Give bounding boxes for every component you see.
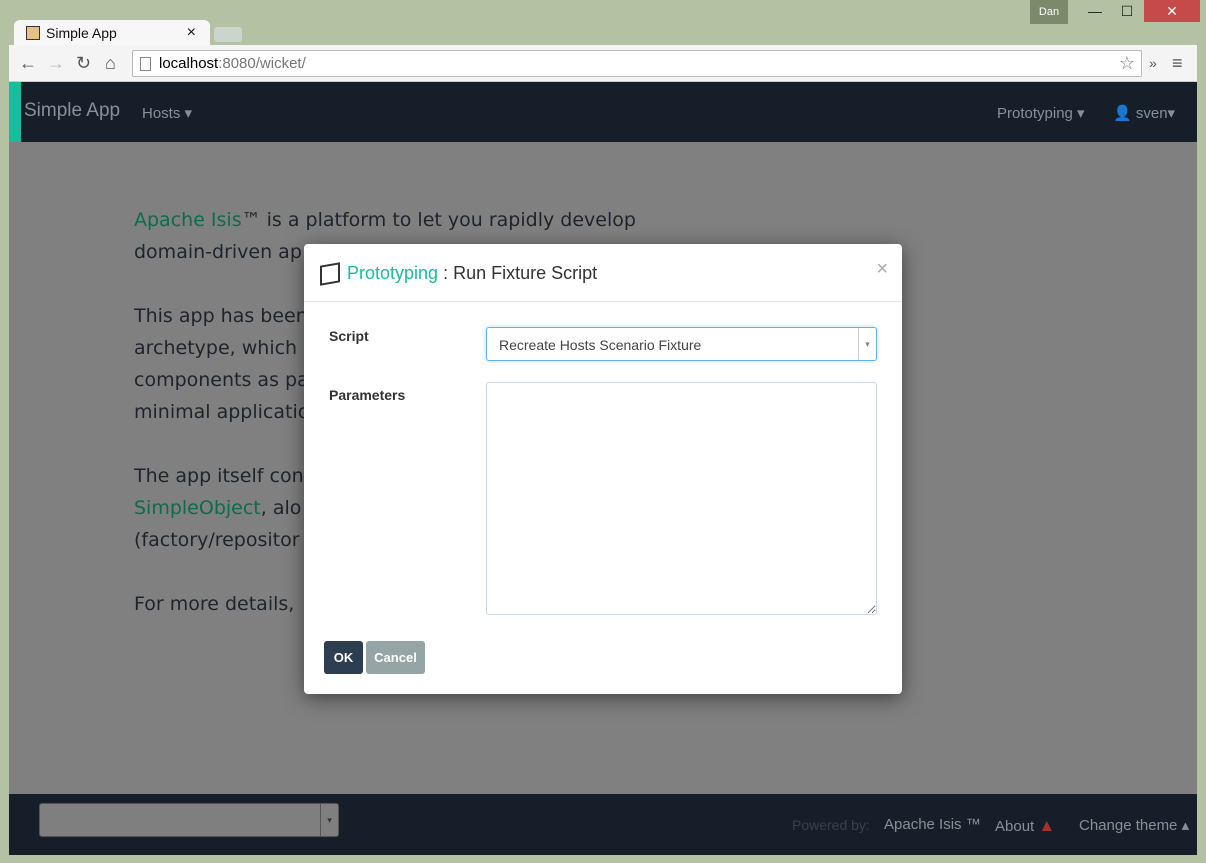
- theme-label: Change theme: [1079, 817, 1178, 834]
- about-label: About: [995, 818, 1035, 835]
- script-select-value: Recreate Hosts Scenario Fixture: [499, 337, 702, 353]
- tab-close-icon[interactable]: ×: [187, 24, 196, 42]
- change-theme-menu[interactable]: Change theme ▴: [1079, 816, 1189, 834]
- reload-icon[interactable]: ↻: [76, 53, 91, 74]
- menu-icon[interactable]: ≡: [1172, 53, 1183, 74]
- modal-header: Prototyping : Run Fixture Script ×: [304, 244, 902, 302]
- ok-button[interactable]: OK: [324, 641, 363, 674]
- footer-select[interactable]: ▾: [39, 803, 339, 837]
- minimize-button[interactable]: —: [1080, 0, 1110, 22]
- hosts-menu[interactable]: Hosts ▾: [142, 104, 192, 122]
- prototyping-label: Prototyping: [997, 105, 1073, 122]
- powered-by-label: Powered by:: [792, 817, 870, 833]
- parameters-label: Parameters: [329, 387, 406, 403]
- user-menu[interactable]: 👤 sven▾: [1113, 104, 1175, 122]
- back-icon[interactable]: ←: [19, 53, 37, 74]
- brand[interactable]: Simple App: [24, 100, 120, 122]
- simpleobject-link[interactable]: SimpleObject: [134, 497, 261, 519]
- cancel-button[interactable]: Cancel: [366, 641, 425, 674]
- script-select[interactable]: Recreate Hosts Scenario Fixture ▾: [486, 327, 877, 361]
- footer: ▾ Powered by: Apache Isis ™ About ▲ Chan…: [9, 794, 1197, 855]
- url-host: localhost: [159, 55, 219, 72]
- address-bar[interactable]: localhost:8080/wicket/ ☆: [132, 50, 1142, 77]
- hosts-label: Hosts: [142, 105, 181, 122]
- p1-line2: domain-driven ap: [134, 241, 302, 263]
- favicon-icon: [26, 26, 40, 40]
- apache-isis-footer-link[interactable]: Apache Isis ™: [884, 816, 981, 833]
- url-path: :8080/wicket/: [218, 55, 306, 72]
- browser-tab[interactable]: Simple App ×: [14, 20, 210, 46]
- warning-icon: ▲: [1038, 816, 1056, 835]
- forward-icon[interactable]: →: [47, 53, 65, 74]
- cube-icon: [320, 262, 340, 286]
- close-window-button[interactable]: ✕: [1144, 0, 1200, 22]
- parameters-textarea[interactable]: [486, 382, 877, 615]
- script-label: Script: [329, 328, 369, 344]
- app-navbar: Simple App Hosts ▾ Prototyping ▾ 👤 sven▾: [9, 82, 1197, 142]
- tab-title: Simple App: [46, 25, 117, 41]
- new-tab-button[interactable]: [214, 27, 242, 42]
- maximize-button[interactable]: ☐: [1112, 0, 1142, 22]
- chevron-down-icon: ▾: [858, 328, 876, 360]
- extensions-icon[interactable]: »: [1149, 55, 1157, 71]
- user-badge: Dan: [1030, 0, 1068, 24]
- p3-after: , alo: [260, 497, 302, 519]
- home-icon[interactable]: ⌂: [105, 53, 116, 74]
- about-link[interactable]: About ▲: [995, 816, 1055, 836]
- prototyping-menu[interactable]: Prototyping ▾: [997, 104, 1085, 122]
- modal-title: : Run Fixture Script: [438, 263, 598, 283]
- apache-isis-link[interactable]: Apache Isis: [134, 209, 242, 231]
- prototyping-link[interactable]: Prototyping: [347, 263, 438, 283]
- user-label: sven: [1135, 105, 1168, 122]
- modal-close-icon[interactable]: ×: [876, 258, 888, 281]
- chevron-down-icon: ▾: [320, 804, 338, 836]
- run-fixture-dialog: Prototyping : Run Fixture Script × Scrip…: [304, 244, 902, 694]
- page-icon: [140, 57, 151, 71]
- bookmark-star-icon[interactable]: ☆: [1119, 53, 1135, 74]
- user-icon: 👤: [1113, 105, 1132, 122]
- p1-text: ™ is a platform to let you rapidly devel…: [241, 209, 636, 231]
- accent-bar: [9, 82, 21, 142]
